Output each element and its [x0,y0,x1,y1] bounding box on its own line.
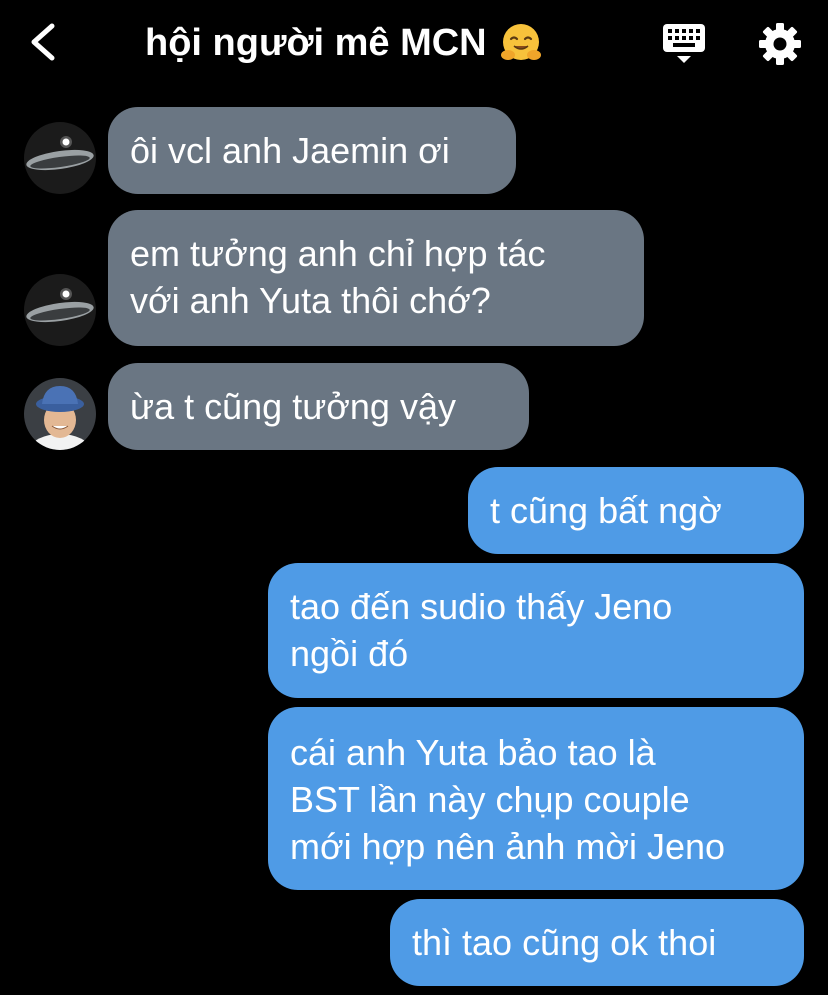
message-text: cái anh Yuta bảo tao là [290,732,656,773]
message-bubble-outgoing[interactable]: tao đến sudio thấy Jeno ngồi đó [268,563,804,698]
sender-avatar[interactable] [24,122,96,194]
message-text: với anh Yuta thôi chớ? [130,280,491,321]
message-bubble-incoming[interactable]: em tưởng anh chỉ hợp tác với anh Yuta th… [108,210,644,346]
sender-avatar[interactable] [24,378,96,450]
settings-button[interactable] [756,20,804,68]
person-bucket-hat-avatar-icon [24,378,96,450]
message-text: tao đến sudio thấy Jeno [290,586,673,627]
message-text: ôi vcl anh Jaemin ơi [130,130,450,171]
gear-icon [759,23,801,65]
planet-avatar-icon [24,274,96,346]
message-text: thì tao cũng ok thoi [412,922,717,963]
keyboard-button[interactable] [660,22,708,66]
message-bubble-outgoing[interactable]: thì tao cũng ok thoi [390,899,804,986]
keyboard-icon [663,24,705,63]
chat-title-text: hội người mê MCN [145,22,487,64]
planet-avatar-icon [24,122,96,194]
message-bubble-outgoing[interactable]: cái anh Yuta bảo tao là BST lần này chụp… [268,707,804,890]
message-text: t cũng bất ngờ [490,490,722,531]
message-bubble-outgoing[interactable]: t cũng bất ngờ [468,467,804,554]
chat-header: hội người mê MCN [0,0,828,90]
message-text: ngồi đó [290,633,409,674]
sender-avatar[interactable] [24,274,96,346]
hugging-face-emoji-icon [500,24,541,60]
chat-title[interactable]: hội người mê MCN [145,20,543,66]
message-bubble-incoming[interactable]: ừa t cũng tưởng vậy [108,363,529,450]
chevron-left-icon [31,23,55,61]
back-button[interactable] [22,20,66,64]
message-bubble-incoming[interactable]: ôi vcl anh Jaemin ơi [108,107,516,194]
message-text: BST lần này chụp couple [290,779,690,820]
message-text: mới hợp nên ảnh mời Jeno [290,826,726,867]
message-text: em tưởng anh chỉ hợp tác [130,233,546,274]
message-text: ừa t cũng tưởng vậy [130,386,456,427]
